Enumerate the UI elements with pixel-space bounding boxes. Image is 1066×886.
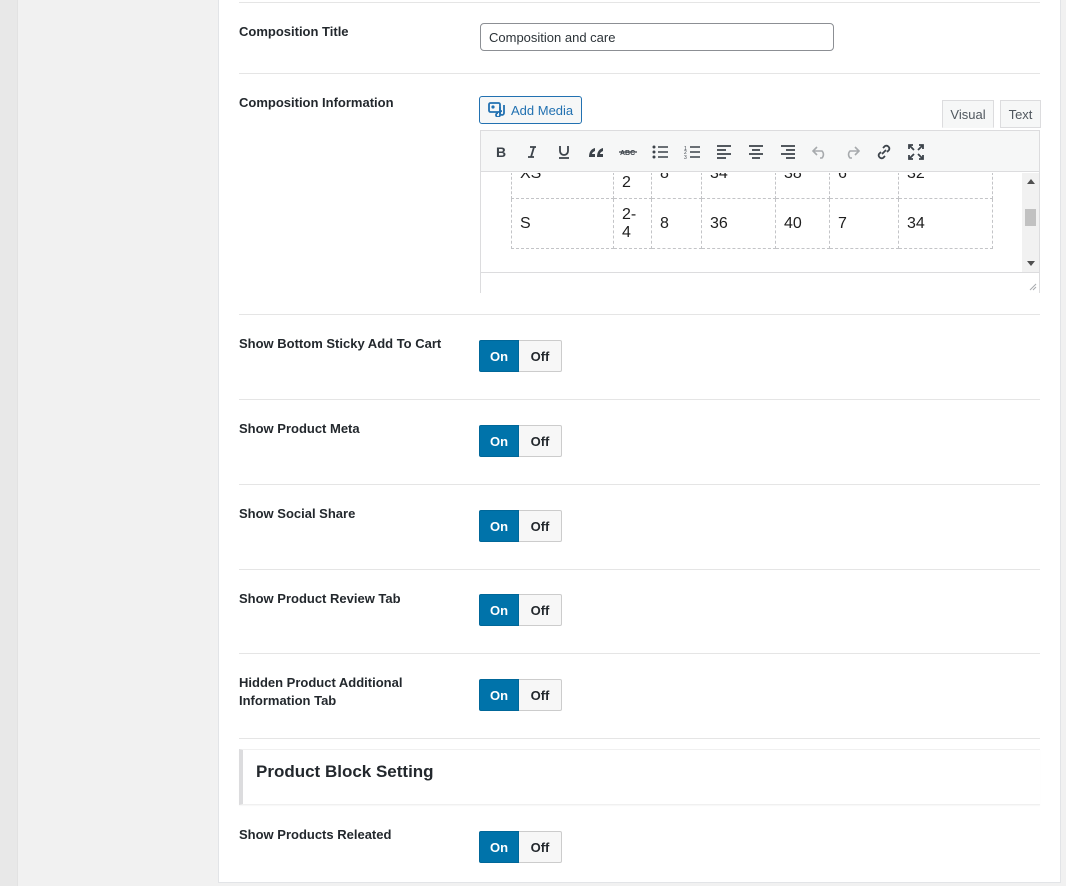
switch-on-button[interactable]: On — [479, 594, 519, 626]
sticky-add-to-cart-switch: On Off — [479, 340, 562, 372]
switch-off-button[interactable]: Off — [519, 425, 562, 457]
switch-on-button[interactable]: On — [479, 340, 519, 372]
table-cell: 0-2 — [613, 173, 652, 199]
scroll-up-icon[interactable] — [1027, 179, 1035, 184]
strikethrough-icon[interactable]: ABC — [615, 139, 641, 165]
social-share-label: Show Social Share — [239, 506, 356, 521]
switch-on-button[interactable]: On — [479, 425, 519, 457]
resize-handle-icon[interactable] — [1029, 283, 1037, 291]
product-block-section: Product Block Setting — [239, 749, 1040, 805]
scroll-down-icon[interactable] — [1027, 261, 1035, 266]
related-products-label: Show Products Releated — [239, 827, 392, 842]
additional-info-tab-switch: On Off — [479, 679, 562, 711]
italic-icon[interactable] — [519, 139, 545, 165]
sticky-add-to-cart-label: Show Bottom Sticky Add To Cart — [239, 336, 442, 351]
admin-sidebar-edge — [0, 0, 18, 886]
size-table: XS 0-2 8 34 38 6 32 S 2-4 8 36 40 7 34 — [511, 173, 993, 249]
add-media-icon — [488, 101, 506, 120]
align-right-icon[interactable] — [775, 139, 801, 165]
table-cell: 34 — [898, 198, 993, 249]
table-cell: 38 — [775, 173, 830, 199]
blockquote-icon[interactable] — [583, 139, 609, 165]
editor-scrollbar[interactable] — [1022, 173, 1039, 272]
switch-off-button[interactable]: Off — [519, 594, 562, 626]
switch-off-button[interactable]: Off — [519, 510, 562, 542]
link-icon[interactable] — [871, 139, 897, 165]
label-line: Hidden Product Additional — [239, 675, 403, 690]
divider — [239, 653, 1040, 654]
divider — [239, 399, 1040, 400]
scrollbar-thumb[interactable] — [1025, 209, 1036, 226]
additional-info-tab-label: Hidden Product Additional Information Ta… — [239, 674, 402, 710]
review-tab-label: Show Product Review Tab — [239, 591, 401, 606]
tab-visual[interactable]: Visual — [942, 100, 994, 128]
fullscreen-icon[interactable] — [903, 139, 929, 165]
tab-text[interactable]: Text — [1000, 100, 1041, 128]
svg-text:ABC: ABC — [620, 150, 635, 157]
settings-panel: Composition Title Composition Informatio… — [218, 0, 1061, 883]
switch-on-button[interactable]: On — [479, 831, 519, 863]
product-meta-switch: On Off — [479, 425, 562, 457]
composition-title-label: Composition Title — [239, 24, 349, 39]
composition-title-input[interactable] — [480, 23, 834, 51]
switch-on-button[interactable]: On — [479, 510, 519, 542]
table-cell: XS — [511, 173, 614, 199]
editor-toolbar: B ABC 123 — [481, 131, 1039, 172]
undo-icon[interactable] — [807, 139, 833, 165]
table-cell: 36 — [701, 198, 776, 249]
underline-icon[interactable] — [551, 139, 577, 165]
redo-icon[interactable] — [839, 139, 865, 165]
svg-text:B: B — [496, 145, 506, 159]
section-title: Product Block Setting — [256, 762, 434, 781]
product-meta-label: Show Product Meta — [239, 421, 360, 436]
add-media-label: Add Media — [511, 102, 574, 118]
table-cell: 8 — [651, 173, 702, 199]
table-row: XS 0-2 8 34 38 6 32 — [511, 173, 993, 199]
rich-text-editor: B ABC 123 XS 2 8 34 38 6 32 S 2-4 8 36 4… — [480, 130, 1040, 293]
divider — [239, 738, 1040, 739]
social-share-switch: On Off — [479, 510, 562, 542]
related-products-switch: On Off — [479, 831, 562, 863]
bold-icon[interactable]: B — [488, 139, 514, 165]
divider — [239, 73, 1040, 74]
switch-on-button[interactable]: On — [479, 679, 519, 711]
table-cell: 32 — [898, 173, 993, 199]
numbered-list-icon[interactable]: 123 — [679, 139, 705, 165]
table-cell: 8 — [651, 198, 702, 249]
divider — [239, 2, 1040, 3]
editor-content[interactable]: XS 0-2 8 34 38 6 32 S 2-4 8 36 40 7 34 — [481, 173, 1022, 272]
divider — [239, 314, 1040, 315]
table-cell: S — [511, 198, 614, 249]
align-center-icon[interactable] — [743, 139, 769, 165]
divider — [239, 569, 1040, 570]
review-tab-switch: On Off — [479, 594, 562, 626]
svg-text:3: 3 — [684, 155, 687, 159]
table-cell: 2-4 — [613, 198, 652, 249]
switch-off-button[interactable]: Off — [519, 831, 562, 863]
table-cell: 40 — [775, 198, 830, 249]
table-row: S 2-4 8 36 40 7 34 — [511, 198, 993, 249]
add-media-button[interactable]: Add Media — [479, 96, 582, 124]
table-cell: 6 — [829, 173, 899, 199]
composition-information-label: Composition Information — [239, 95, 394, 110]
switch-off-button[interactable]: Off — [519, 679, 562, 711]
divider — [239, 484, 1040, 485]
table-cell: 7 — [829, 198, 899, 249]
table-cell: 34 — [701, 173, 776, 199]
switch-off-button[interactable]: Off — [519, 340, 562, 372]
align-left-icon[interactable] — [711, 139, 737, 165]
bullet-list-icon[interactable] — [647, 139, 673, 165]
editor-statusbar — [481, 272, 1039, 293]
label-line: Information Tab — [239, 693, 337, 708]
